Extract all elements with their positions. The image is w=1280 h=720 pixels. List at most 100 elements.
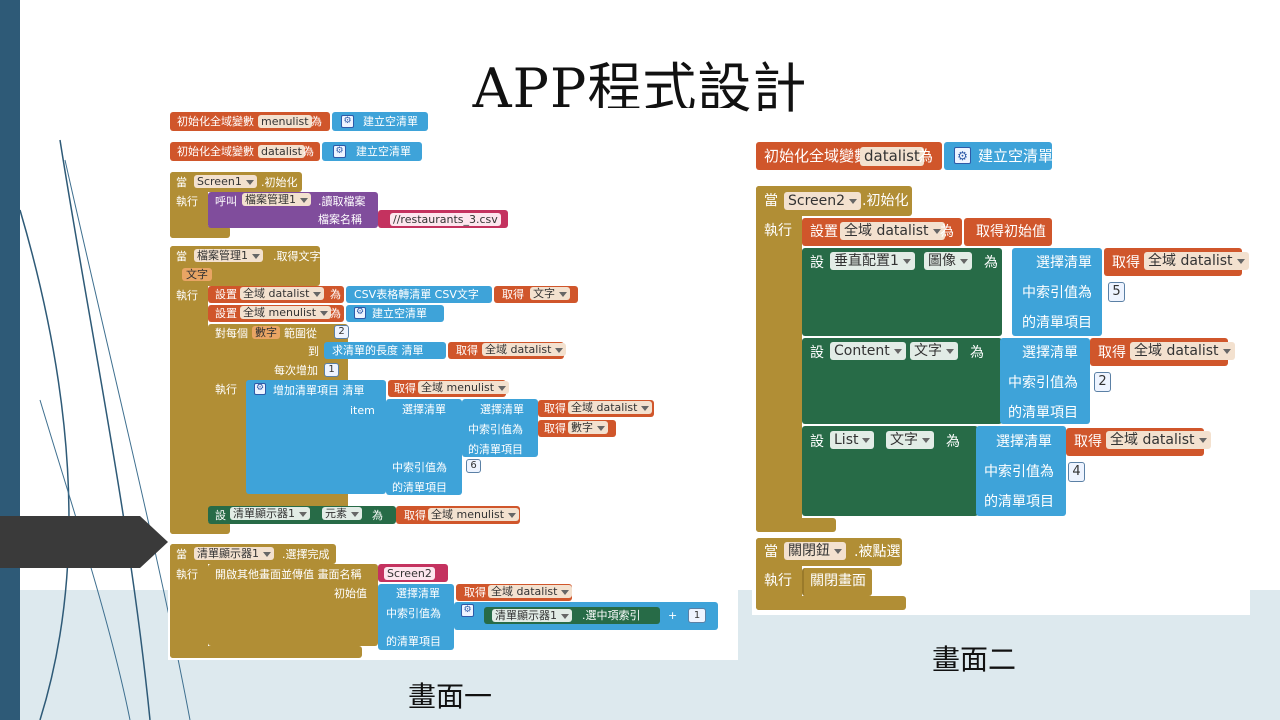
var-name: 全域 datalist	[1148, 253, 1233, 269]
file-component-dropdown[interactable]: 檔案管理1	[242, 193, 311, 206]
when-label: 當	[764, 544, 778, 560]
var-name[interactable]: datalist	[860, 147, 924, 166]
component-dropdown[interactable]: 關閉鈕	[784, 542, 846, 560]
component-dropdown[interactable]: Content	[830, 342, 906, 360]
property-name: 圖像	[928, 253, 956, 269]
var-dropdown[interactable]: 全域 datalist	[240, 287, 325, 300]
list-item-label: 的清單項目	[392, 481, 447, 494]
get-var-dropdown[interactable]: 文字	[530, 287, 570, 300]
listview-dropdown[interactable]: 清單顯示器1	[492, 609, 572, 622]
step-value[interactable]: 1	[324, 363, 339, 377]
index-value[interactable]: 2	[1094, 372, 1111, 392]
index-value[interactable]: 4	[1068, 462, 1085, 482]
empty-list-label: 建立空清單	[356, 145, 411, 158]
component-dropdown[interactable]: 檔案管理1	[194, 249, 263, 262]
select-label: 選擇清單	[396, 587, 440, 600]
set-label: 設	[810, 255, 824, 271]
screen2-initialize-event[interactable]: 當 Screen2 .初始化 執行 設置 全域 datalist 為 取得初始值…	[756, 186, 1249, 532]
component-name: 垂直配置1	[834, 253, 899, 269]
init-menulist-block[interactable]: 初始化全域變數 menulist 為 ⚙ 建立空清單	[170, 112, 428, 131]
open-screen-label: 開啟其他畫面並傳值 畫面名稱	[215, 568, 362, 581]
index-label: 中索引值為	[468, 423, 523, 436]
listview-afterpicking-event[interactable]: 當 清單顯示器1 .選擇完成 執行 開啟其他畫面並傳值 畫面名稱 Screen2…	[170, 544, 720, 658]
component-name: 檔案管理1	[197, 249, 248, 262]
get-var-dropdown[interactable]: 全域 datalist	[1130, 342, 1235, 360]
get-var-dropdown[interactable]: 全域 menulist	[428, 508, 520, 521]
var-name: 全域 datalist	[1110, 432, 1195, 448]
property-dropdown[interactable]: 圖像	[924, 252, 972, 270]
gear-icon[interactable]: ⚙	[954, 147, 971, 164]
when-label: 當	[176, 250, 187, 263]
gear-icon[interactable]: ⚙	[254, 383, 266, 395]
select-label: 選擇清單	[1022, 345, 1078, 361]
screen-name-text[interactable]: Screen2	[384, 567, 435, 580]
get-var-dropdown[interactable]: 全域 datalist	[1106, 431, 1211, 449]
file-component: 檔案管理1	[245, 193, 296, 206]
when-label: 當	[176, 548, 187, 561]
add-items-block	[246, 380, 386, 494]
gear-icon[interactable]: ⚙	[341, 115, 354, 128]
index-label: 中索引值為	[984, 464, 1054, 480]
when-label: 當	[176, 176, 187, 189]
file-gottext-event[interactable]: 當 檔案管理1 .取得文字 文字 執行 設置 全域 datalist 為 CSV…	[170, 246, 660, 534]
list-item-label: 的清單項目	[468, 443, 523, 456]
index-value[interactable]: 6	[466, 459, 481, 473]
csv-label: CSV表格轉清單 CSV文字	[354, 288, 479, 301]
component-dropdown[interactable]: 清單顯示器1	[194, 547, 274, 560]
one-value[interactable]: 1	[688, 608, 706, 623]
property-name: 文字	[914, 343, 942, 359]
component-dropdown[interactable]: List	[830, 431, 875, 449]
as-label: 為	[303, 145, 314, 158]
index-label: 中索引值為	[1022, 285, 1092, 301]
init-datalist-block[interactable]: 初始化全域變數 datalist 為 ⚙ 建立空清單	[170, 142, 422, 161]
var-name: 全域 datalist	[243, 287, 310, 300]
init-datalist-block-2[interactable]: 初始化全域變數 datalist 為 ⚙ 建立空清單	[756, 142, 1053, 170]
get-var-dropdown[interactable]: 全域 datalist	[488, 585, 573, 598]
var-dropdown[interactable]: 全域 menulist	[240, 306, 332, 319]
screen1-initialize-event[interactable]: 當 Screen1 .初始化 執行 呼叫 檔案管理1 .讀取檔案 檔案名稱 //…	[170, 172, 510, 238]
index-value[interactable]: 5	[1108, 282, 1125, 302]
filename-text[interactable]: //restaurants_3.csv	[390, 213, 501, 226]
listview-dropdown[interactable]: 清單顯示器1	[230, 507, 310, 520]
do-label: 執行	[764, 573, 792, 589]
property-dropdown[interactable]: 元素	[322, 507, 362, 520]
property-dropdown[interactable]: 文字	[886, 431, 934, 449]
from-value[interactable]: 2	[334, 325, 349, 339]
list-item-label: 的清單項目	[1008, 405, 1078, 421]
component-dropdown[interactable]: Screen1	[194, 175, 257, 188]
component-name: Screen2	[788, 193, 846, 209]
empty-list-label: 建立空清單	[363, 115, 418, 128]
gear-icon[interactable]: ⚙	[461, 604, 474, 617]
property-dropdown[interactable]: 文字	[910, 342, 958, 360]
arrow-shape	[0, 516, 168, 568]
as-label: 為	[311, 115, 322, 128]
var-name: 全域 datalist	[844, 223, 929, 239]
var-dropdown[interactable]: 全域 datalist	[840, 222, 945, 240]
list-item-label: 的清單項目	[1022, 315, 1092, 331]
gear-icon[interactable]: ⚙	[354, 307, 366, 319]
get-var-dropdown[interactable]: 全域 datalist	[1144, 252, 1249, 270]
step-label: 每次增加	[274, 364, 318, 377]
param-chip[interactable]: 文字	[182, 268, 212, 281]
select-label: 選擇清單	[1036, 255, 1092, 271]
loop-var-chip[interactable]: 數字	[252, 326, 280, 339]
get-var-dropdown[interactable]: 數字	[568, 421, 608, 434]
get-var-dropdown[interactable]: 全域 datalist	[568, 401, 653, 414]
length-label: 求清單的長度 清單	[332, 344, 424, 357]
component-name: 清單顯示器1	[233, 507, 295, 520]
component-name: Content	[834, 343, 890, 359]
as-label: 為	[918, 147, 934, 165]
get-var-dropdown[interactable]: 全域 datalist	[482, 343, 567, 356]
var-name[interactable]: datalist	[258, 145, 305, 158]
property-name: .選中項索引	[582, 609, 641, 622]
var-name: 數字	[571, 421, 593, 434]
component-dropdown[interactable]: Screen2	[784, 192, 862, 210]
component-dropdown[interactable]: 垂直配置1	[830, 252, 915, 270]
component-name: 清單顯示器1	[495, 609, 557, 622]
event-footer	[756, 596, 906, 610]
gear-icon[interactable]: ⚙	[333, 145, 346, 158]
get-var-dropdown[interactable]: 全域 menulist	[418, 381, 510, 394]
close-button-click-event[interactable]: 當 關閉鈕 .被點選 執行 關閉畫面	[756, 538, 906, 610]
var-name[interactable]: menulist	[258, 115, 312, 128]
foreach-label: 對每個	[215, 327, 248, 340]
